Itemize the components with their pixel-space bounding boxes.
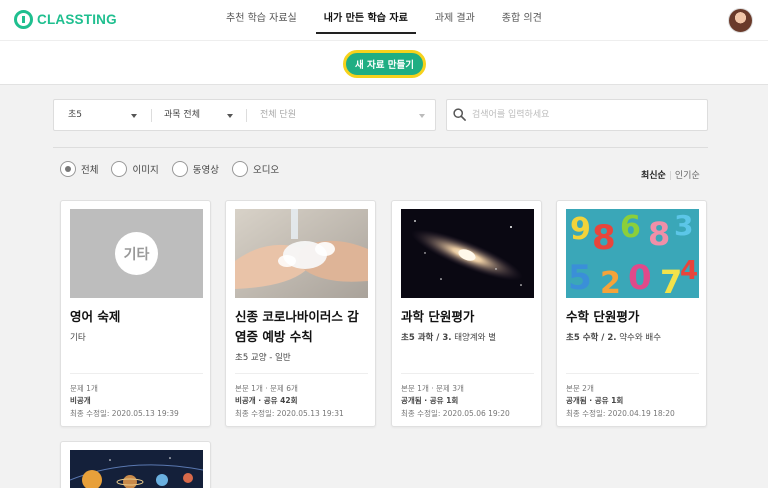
search-box <box>446 99 708 131</box>
svg-text:0: 0 <box>628 258 652 298</box>
radio-image[interactable]: 이미지 <box>111 161 159 177</box>
top-navigation-bar: CLASSTING 추천 학습 자료실 내가 만든 학습 자료 과제 결과 종합… <box>0 0 768 40</box>
card-modified-date: 최종 수정일: 2020.05.13 19:31 <box>235 409 344 418</box>
material-card[interactable]: 과학 단원평가 초5 과학 / 3. 태양계와 별 본문 1개 · 문제 3개 … <box>391 200 542 427</box>
card-modified-date: 최종 수정일: 2020.05.13 19:39 <box>70 409 179 418</box>
radio-label: 이미지 <box>132 165 159 176</box>
card-visibility: 비공개 · 공유 42회 <box>235 396 298 405</box>
sort-options: 최신순 | 인기순 <box>641 168 700 181</box>
divider <box>151 109 152 122</box>
radio-unchecked-icon <box>171 161 188 177</box>
svg-text:5: 5 <box>568 258 592 298</box>
card-subtitle: 기타 <box>70 333 86 343</box>
unit-select[interactable]: 전체 단원 <box>260 100 296 130</box>
grade-select[interactable]: 초5 <box>68 100 82 130</box>
search-input[interactable] <box>472 106 702 124</box>
svg-text:6: 6 <box>620 210 641 245</box>
card-subtitle-grade: 초5 과학 / 3. <box>401 333 452 343</box>
search-icon <box>453 108 466 121</box>
chevron-down-icon <box>227 114 233 118</box>
svg-text:3: 3 <box>674 209 693 242</box>
nav-tab-recommended[interactable]: 추천 학습 자료실 <box>226 0 297 34</box>
card-visibility: 비공개 <box>70 396 91 405</box>
card-title: 신종 코로나바이러스 감염증 예방 수칙 <box>235 309 359 344</box>
filter-bar: 초5 과목 전체 전체 단원 <box>53 99 436 131</box>
chevron-down-icon <box>419 114 425 118</box>
etc-thumbnail-label: 기타 <box>115 232 158 275</box>
divider <box>566 373 699 374</box>
solar-system-image <box>70 450 203 488</box>
card-modified-date: 최종 수정일: 2020.04.19 18:20 <box>566 409 675 418</box>
chevron-down-icon <box>131 114 137 118</box>
svg-text:7: 7 <box>660 263 682 298</box>
divider <box>401 373 534 374</box>
card-subtitle: 초5 수학 / 2. 약수와 배수 <box>566 331 661 343</box>
card-subtitle-unit: 태양계와 별 <box>451 333 497 343</box>
card-counts: 본문 2개 <box>566 384 594 393</box>
card-visibility: 공개됨 · 공유 1회 <box>566 396 624 405</box>
sort-divider: | <box>668 171 672 181</box>
card-visibility: 공개됨 · 공유 1회 <box>401 396 459 405</box>
radio-label: 전체 <box>81 165 99 176</box>
card-subtitle-unit: 약수와 배수 <box>616 333 662 343</box>
numbers-image: 9 8 6 8 3 5 2 0 7 4 <box>566 209 699 298</box>
card-counts: 본문 1개 · 문제 3개 <box>401 384 464 393</box>
radio-checked-icon <box>60 161 76 177</box>
card-counts: 문제 1개 <box>70 384 98 393</box>
nav-tab-assignment-results[interactable]: 과제 결과 <box>435 0 475 34</box>
radio-audio[interactable]: 오디오 <box>231 161 280 177</box>
card-modified-date: 최종 수정일: 2020.05.06 19:20 <box>401 409 510 418</box>
type-filter: 전체 이미지 동영상 오디오 <box>60 161 292 177</box>
card-title: 영어 숙제 <box>70 309 121 324</box>
classting-logo[interactable]: CLASSTING <box>14 10 117 29</box>
card-thumbnail: 9 8 6 8 3 5 2 0 7 4 <box>566 209 699 298</box>
card-counts: 본문 1개 · 문제 6개 <box>235 384 298 393</box>
card-title: 과학 단원평가 <box>401 309 475 324</box>
svg-text:9: 9 <box>570 212 591 247</box>
card-subtitle: 초5 과학 / 3. 태양계와 별 <box>401 331 496 343</box>
material-card[interactable] <box>60 441 211 488</box>
new-material-button[interactable]: 새 자료 만들기 <box>343 50 426 78</box>
material-card[interactable]: 기타 영어 숙제 기타 문제 1개 비공개 최종 수정일: 2020.05.13… <box>60 200 211 427</box>
radio-label: 오디오 <box>252 165 280 176</box>
card-thumbnail <box>70 450 203 488</box>
classting-logo-icon <box>14 10 33 29</box>
card-thumbnail <box>235 209 368 298</box>
card-subtitle: 초5 교양 - 일반 <box>235 353 291 363</box>
sort-latest[interactable]: 최신순 <box>641 171 666 181</box>
svg-text:2: 2 <box>600 266 621 298</box>
material-card[interactable]: 신종 코로나바이러스 감염증 예방 수칙 초5 교양 - 일반 본문 1개 · … <box>225 200 376 427</box>
subject-select[interactable]: 과목 전체 <box>164 100 200 130</box>
svg-text:4: 4 <box>680 256 698 286</box>
action-bar: 새 자료 만들기 <box>0 40 768 85</box>
galaxy-image <box>401 209 534 298</box>
material-card[interactable]: 9 8 6 8 3 5 2 0 7 4 수학 단원평가 초5 수학 / 2. 약… <box>556 200 707 427</box>
divider <box>70 373 203 374</box>
radio-video[interactable]: 동영상 <box>171 161 219 177</box>
nav-tab-overall-comments[interactable]: 종합 의견 <box>502 0 542 34</box>
radio-unchecked-icon <box>111 161 128 177</box>
brand-name: CLASSTING <box>37 12 117 27</box>
nav-tab-my-materials[interactable]: 내가 만든 학습 자료 <box>315 0 416 34</box>
main-nav: 추천 학습 자료실 내가 만든 학습 자료 과제 결과 종합 의견 <box>226 0 569 40</box>
radio-all[interactable]: 전체 <box>60 161 98 177</box>
divider <box>246 109 247 122</box>
divider <box>235 373 368 374</box>
card-thumbnail: 기타 <box>70 209 203 298</box>
svg-text:8: 8 <box>648 215 670 253</box>
avatar[interactable] <box>728 8 753 33</box>
card-thumbnail <box>401 209 534 298</box>
handwashing-image <box>235 209 368 298</box>
card-title: 수학 단원평가 <box>566 309 640 324</box>
radio-label: 동영상 <box>192 165 219 176</box>
radio-unchecked-icon <box>231 161 248 177</box>
card-subtitle-grade: 초5 수학 / 2. <box>566 333 617 343</box>
sort-popular[interactable]: 인기순 <box>675 171 700 181</box>
divider <box>53 147 708 148</box>
svg-text:8: 8 <box>592 218 616 258</box>
